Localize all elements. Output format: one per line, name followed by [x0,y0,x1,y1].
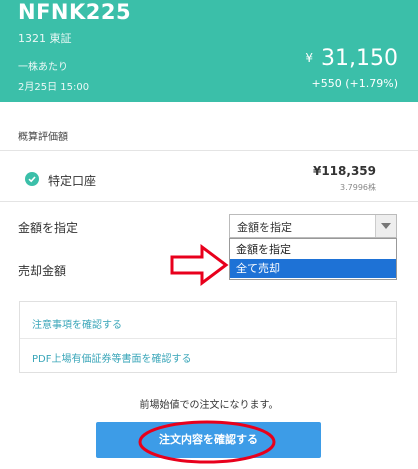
right-arrow-icon [170,244,229,286]
stock-price: ¥31,150 [305,46,398,71]
sell-amount-label: 売却金額 [18,264,67,278]
stock-header: NFNK225 1321 東証 一株あたり 2月25日 15:00 ¥31,15… [0,0,418,102]
price-value: 31,150 [321,46,398,71]
order-notice: 前場始値での注文になります。 [139,400,279,411]
amount-label: 金額を指定 [18,221,79,235]
amount-select[interactable]: 金額を指定 [229,214,397,238]
chevron-down-icon[interactable] [375,215,396,237]
account-value: ¥118,359 [312,164,376,178]
per-share-label: 一株あたり [18,62,68,73]
price-change: +550 (+1.79%) [311,77,398,90]
account-shares: 3.7996株 [340,183,376,192]
pdf-link[interactable]: PDF上場有価証券等書面を確認する [32,350,191,365]
highlight-circle-icon [138,420,276,464]
valuation-label: 概算評価額 [18,132,68,143]
links-box: 注意事項を確認する PDF上場有価証券等書面を確認する [19,301,397,373]
account-name: 特定口座 [48,174,97,188]
divider [20,338,396,339]
account-row[interactable]: 特定口座 ¥118,359 3.7996株 [0,152,418,202]
currency-symbol: ¥ [305,51,314,65]
divider [0,201,418,202]
check-circle-icon [25,172,39,186]
dropdown-option-amount[interactable]: 金額を指定 [230,240,396,259]
stock-code: 1321 東証 [18,32,72,45]
ticker-symbol: NFNK225 [18,0,132,24]
amount-select-value: 金額を指定 [237,221,292,234]
divider [0,150,418,151]
price-datetime: 2月25日 15:00 [18,82,90,93]
dropdown-option-sell-all[interactable]: 全て売却 [230,259,396,278]
amount-dropdown: 金額を指定 全て売却 [229,238,397,280]
notes-link[interactable]: 注意事項を確認する [32,316,122,331]
